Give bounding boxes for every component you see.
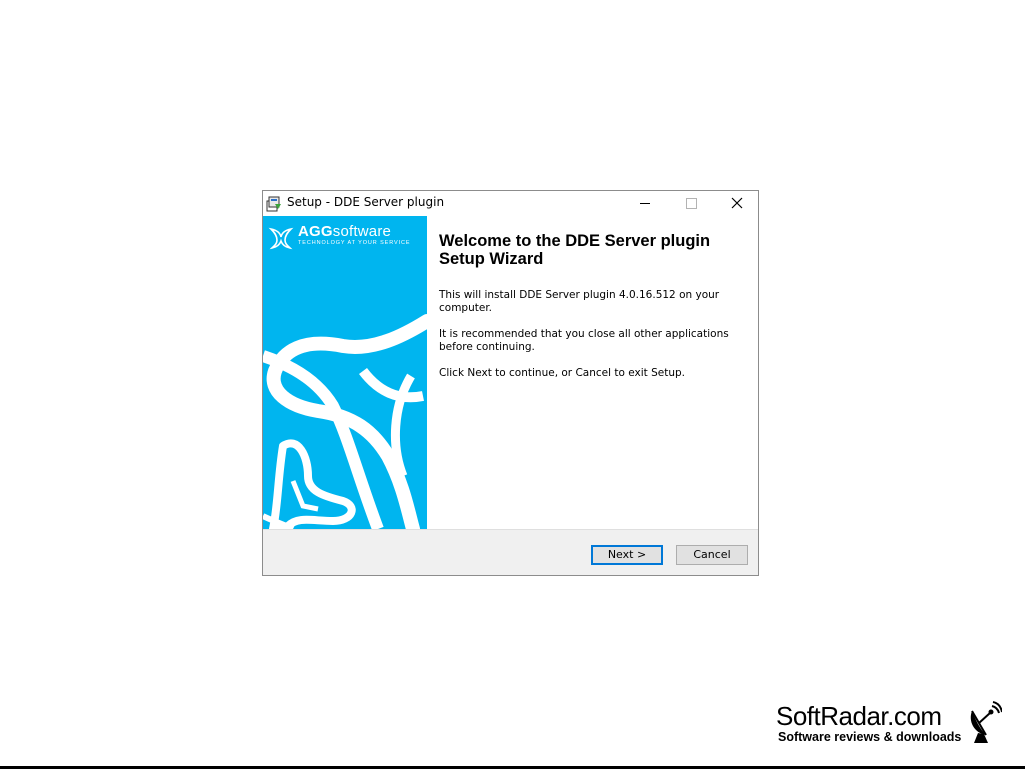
minimize-icon	[640, 203, 650, 204]
satellite-dish-icon	[970, 701, 1002, 743]
next-button[interactable]: Next >	[591, 545, 663, 565]
logo-tagline: TECHNOLOGY AT YOUR SERVICE	[298, 240, 411, 246]
maximize-button[interactable]	[668, 191, 714, 216]
title-bar[interactable]: Setup - DDE Server plugin	[263, 191, 758, 216]
wizard-side-image: AGGsoftware TECHNOLOGY AT YOUR SERVICE	[263, 216, 427, 529]
close-button[interactable]	[714, 191, 760, 216]
wizard-content: Welcome to the DDE Server plugin Setup W…	[427, 216, 758, 529]
install-info-text: This will install DDE Server plugin 4.0.…	[439, 289, 720, 314]
maximize-icon	[686, 198, 697, 209]
logo-wordmark-bold: AGG	[298, 223, 333, 240]
logo-wordmark: AGGsoftware	[298, 223, 391, 240]
cancel-button[interactable]: Cancel	[676, 545, 748, 565]
recommendation-text: It is recommended that you close all oth…	[439, 328, 729, 353]
softradar-watermark: SoftRadar.com Software reviews & downloa…	[776, 701, 1006, 751]
aggsoftware-logo: AGGsoftware TECHNOLOGY AT YOUR SERVICE	[268, 223, 423, 253]
watermark-site-name: SoftRadar.com	[776, 701, 942, 731]
aggsoftware-logo-mark-icon	[268, 227, 294, 250]
logo-wordmark-rest: software	[332, 223, 392, 240]
watermark-tagline: Software reviews & downloads	[778, 730, 962, 744]
close-icon	[731, 197, 743, 209]
setup-app-icon	[266, 196, 281, 212]
wizard-footer: Next > Cancel	[263, 529, 758, 575]
instructions-text: Click Next to continue, or Cancel to exi…	[439, 367, 685, 379]
welcome-heading: Welcome to the DDE Server plugin Setup W…	[439, 232, 711, 268]
setup-window: Setup - DDE Server plugin AGGsoftware TE…	[262, 190, 759, 576]
window-title: Setup - DDE Server plugin	[287, 195, 445, 209]
decorative-swoosh-graphic	[263, 314, 427, 529]
minimize-button[interactable]	[622, 191, 668, 216]
